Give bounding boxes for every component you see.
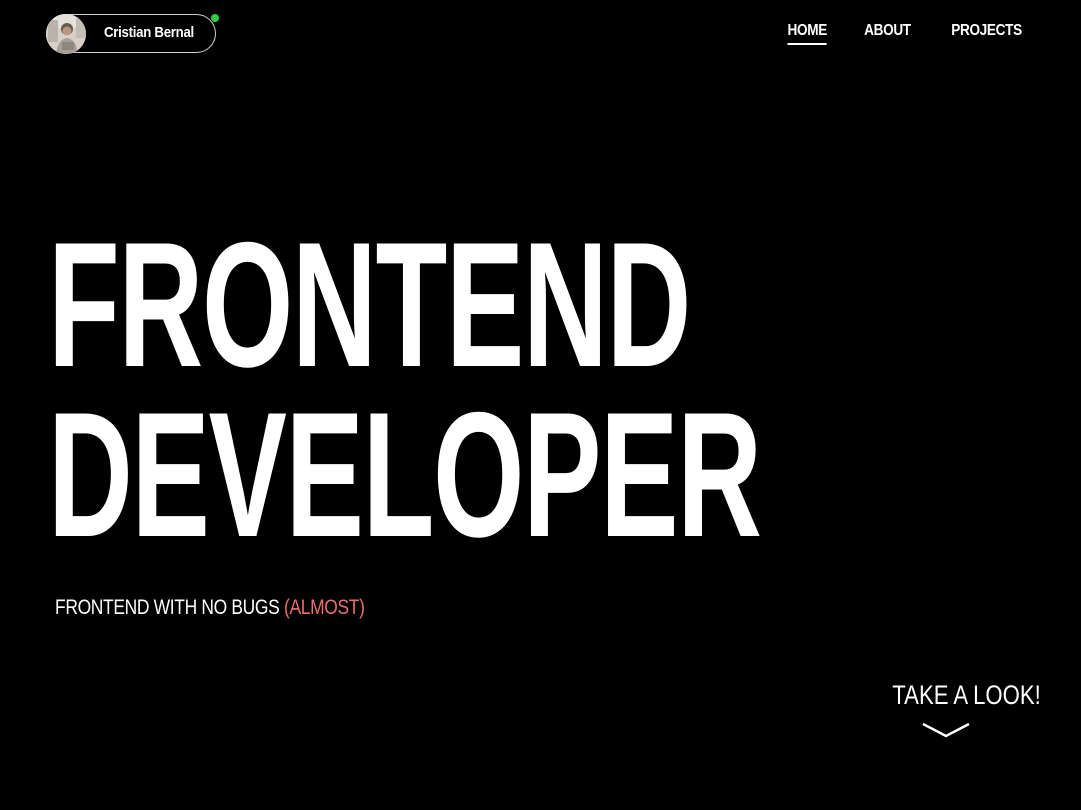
cta-label: TAKE A LOOK!	[892, 680, 1041, 710]
hero-subtitle: FRONTEND WITH NO BUGS (ALMOST)	[55, 596, 365, 620]
hero-title-line-2: DEVELOPER	[48, 375, 762, 574]
subtitle-accent: (ALMOST)	[283, 596, 365, 619]
profile-button[interactable]: Cristian Bernal	[46, 14, 219, 54]
chevron-down-icon	[922, 722, 970, 738]
avatar	[46, 14, 86, 54]
nav-item-projects[interactable]: PROJECTS	[951, 22, 1022, 45]
nav-item-home[interactable]: HOME	[787, 22, 827, 45]
take-a-look-button[interactable]: TAKE A LOOK!	[876, 680, 1041, 739]
hero-title-line-1: FRONTEND	[48, 205, 691, 404]
avatar-image	[46, 14, 86, 54]
main-nav: HOME ABOUT PROJECTS	[784, 22, 1028, 45]
hero-title: FRONTEND DEVELOPER	[48, 205, 762, 574]
subtitle-main: FRONTEND WITH NO BUGS	[55, 596, 280, 619]
nav-item-about[interactable]: ABOUT	[864, 22, 911, 45]
profile-name: Cristian Bernal	[104, 24, 194, 41]
online-status-dot	[211, 14, 219, 22]
page: Cristian Bernal HOME ABOUT PROJECTS FRON…	[0, 0, 1081, 810]
